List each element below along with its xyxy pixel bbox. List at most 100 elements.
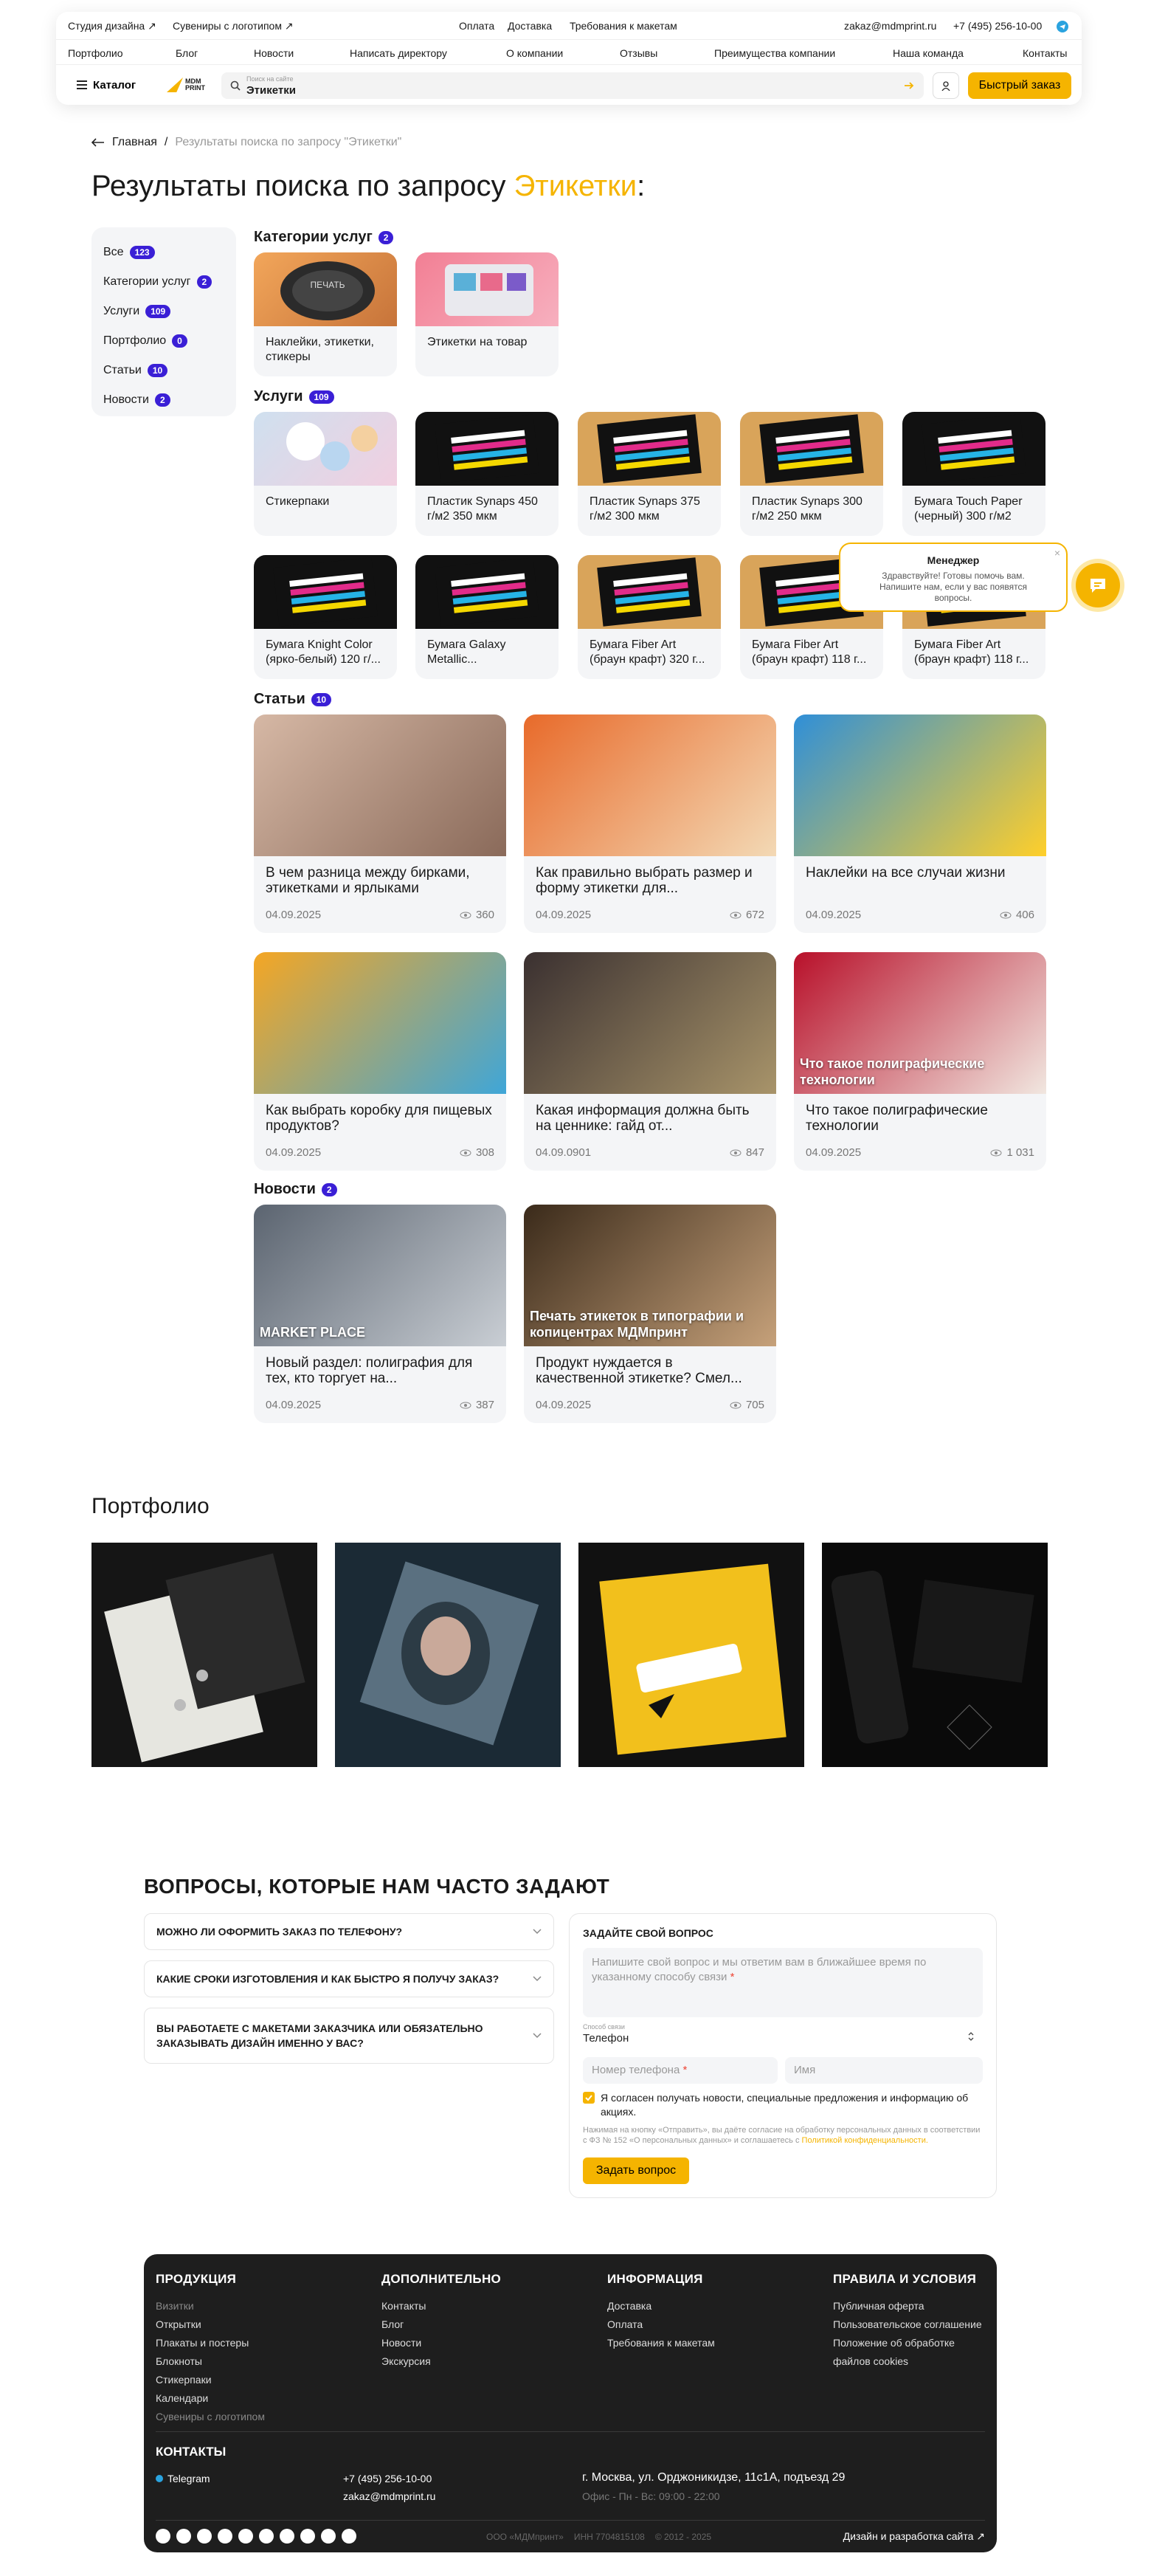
filter-categories[interactable]: Категории услуг 2: [103, 267, 224, 297]
article-card[interactable]: Что такое полиграфические технологии Что …: [794, 952, 1046, 1171]
service-card[interactable]: Пластик Synaps 450 г/м2 350 мкм: [415, 412, 559, 536]
vk-icon[interactable]: [176, 2529, 191, 2544]
service-card[interactable]: Бумага Touch Paper (черный) 300 г/м2: [902, 412, 1045, 536]
phone-field[interactable]: Номер телефона *: [583, 2057, 778, 2084]
service-card[interactable]: Пластик Synaps 375 г/м2 300 мкм: [578, 412, 721, 536]
service-card[interactable]: Бумага Galaxy Metallic...: [415, 555, 559, 679]
submit-question-button[interactable]: Задать вопрос: [583, 2157, 689, 2184]
tumblr-icon[interactable]: [321, 2529, 336, 2544]
design-studio-link[interactable]: Студия дизайна ↗: [68, 20, 156, 32]
telegram-link[interactable]: Telegram: [156, 2473, 210, 2484]
close-icon[interactable]: ×: [1054, 547, 1060, 559]
nav-contacts[interactable]: Контакты: [1023, 47, 1067, 59]
telegram-icon[interactable]: [1057, 21, 1068, 32]
footer-link[interactable]: Публичная оферта: [833, 2297, 988, 2315]
filter-news[interactable]: Новости 2: [103, 385, 224, 415]
breadcrumb-home[interactable]: Главная: [112, 136, 157, 149]
header-email[interactable]: zakaz@mdmprint.ru: [844, 20, 936, 32]
behance-icon[interactable]: [342, 2529, 356, 2544]
developer-link[interactable]: Дизайн и разработка сайта ↗: [843, 2530, 985, 2543]
portfolio-item[interactable]: [578, 1543, 804, 1767]
name-field[interactable]: Имя: [785, 2057, 983, 2084]
ok-icon[interactable]: [259, 2529, 274, 2544]
nav-news[interactable]: Новости: [254, 47, 294, 59]
search-submit-icon[interactable]: [903, 80, 915, 92]
filter-portfolio[interactable]: Портфолио 0: [103, 326, 224, 356]
faq-item[interactable]: КАКИЕ СРОКИ ИЗГОТОВЛЕНИЯ И КАК БЫСТРО Я …: [144, 1960, 554, 1997]
header-phone[interactable]: +7 (495) 256-10-00: [953, 20, 1042, 32]
news-card[interactable]: Печать этикеток в типографии и копицентр…: [524, 1205, 776, 1423]
service-image: [740, 412, 883, 486]
pinterest-icon[interactable]: [280, 2529, 294, 2544]
telegram-social-icon[interactable]: [156, 2529, 170, 2544]
footer-link[interactable]: Оплата: [607, 2315, 762, 2334]
requirements-link[interactable]: Требования к макетам: [570, 20, 677, 32]
catalog-button[interactable]: Каталог: [68, 72, 155, 97]
footer-link[interactable]: Блокноты: [156, 2352, 311, 2371]
service-card[interactable]: Стикерпаки: [254, 412, 397, 536]
footer-link[interactable]: Требования к макетам: [607, 2334, 762, 2352]
filter-articles[interactable]: Статьи 10: [103, 356, 224, 385]
question-textarea[interactable]: Напишите свой вопрос и мы ответим вам в …: [583, 1948, 983, 2017]
footer-phone[interactable]: +7 (495) 256-10-00: [343, 2473, 432, 2484]
footer-link[interactable]: Экскурсия: [381, 2352, 536, 2371]
service-card[interactable]: Бумага Fiber Art (браун крафт) 320 г...: [578, 555, 721, 679]
payment-link[interactable]: Оплата: [459, 20, 494, 32]
search-input[interactable]: Поиск на сайте Этикетки: [221, 72, 924, 99]
souvenirs-link[interactable]: Сувениры с логотипом ↗: [173, 20, 294, 32]
portfolio-item[interactable]: [91, 1543, 317, 1767]
news-card[interactable]: MARKET PLACE Новый раздел: полиграфия для…: [254, 1205, 506, 1423]
footer-link[interactable]: Календари: [156, 2389, 311, 2408]
logo[interactable]: MDM PRINT: [167, 75, 212, 95]
article-card[interactable]: Как выбрать коробку для пищевых продукто…: [254, 952, 506, 1171]
footer-link[interactable]: Контакты: [381, 2297, 536, 2315]
footer-link[interactable]: Пользовательское соглашение: [833, 2315, 988, 2334]
portfolio-item[interactable]: [822, 1543, 1048, 1767]
footer-link[interactable]: Визитки: [156, 2297, 311, 2315]
article-card[interactable]: В чем разница между бирками, этикетками …: [254, 714, 506, 933]
privacy-policy-link[interactable]: Политикой конфиденциальности.: [802, 2136, 928, 2145]
footer-link[interactable]: Сувениры с логотипом: [156, 2408, 311, 2426]
footer-link[interactable]: Стикерпаки: [156, 2371, 311, 2389]
youtube-icon[interactable]: [197, 2529, 212, 2544]
nav-advantages[interactable]: Преимущества компании: [714, 47, 835, 59]
breadcrumb-separator: /: [164, 136, 168, 148]
article-card[interactable]: Какая информация должна быть на ценнике:…: [524, 952, 776, 1171]
delivery-link[interactable]: Доставка: [508, 20, 552, 32]
user-button[interactable]: [933, 72, 959, 99]
nav-blog[interactable]: Блог: [176, 47, 198, 59]
nav-director[interactable]: Написать директору: [350, 47, 447, 59]
article-card[interactable]: Наклейки на все случаи жизни 04.09.2025 40…: [794, 714, 1046, 933]
footer-email[interactable]: zakaz@mdmprint.ru: [343, 2490, 435, 2502]
faq-item[interactable]: МОЖНО ЛИ ОФОРМИТЬ ЗАКАЗ ПО ТЕЛЕФОНУ?: [144, 1913, 554, 1950]
consent-checkbox[interactable]: Я согласен получать новости, специальные…: [583, 2091, 983, 2119]
footer-link[interactable]: Плакаты и постеры: [156, 2334, 311, 2352]
nav-about[interactable]: О компании: [506, 47, 563, 59]
nav-team[interactable]: Наша команда: [893, 47, 964, 59]
checkbox-checked-icon[interactable]: [583, 2092, 595, 2104]
dzen-icon[interactable]: [238, 2529, 253, 2544]
service-card[interactable]: Пластик Synaps 300 г/м2 250 мкм: [740, 412, 883, 536]
portfolio-item[interactable]: [335, 1543, 561, 1767]
footer-link[interactable]: Положение об обработке файлов cookies: [833, 2334, 988, 2371]
contact-method-select[interactable]: Способ связи Телефон: [583, 2022, 983, 2051]
chat-popup[interactable]: × Менеджер Здравствуйте! Готовы помочь в…: [839, 543, 1068, 612]
arrow-left-icon[interactable]: [91, 138, 105, 147]
category-card[interactable]: Этикетки на товар: [415, 252, 559, 376]
footer-link[interactable]: Новости: [381, 2334, 536, 2352]
footer-link[interactable]: Доставка: [607, 2297, 762, 2315]
filter-all[interactable]: Все 123: [103, 238, 224, 267]
category-card[interactable]: ПЕЧАТЬ Наклейки, этикетки, стикеры: [254, 252, 397, 376]
article-card[interactable]: Как правильно выбрать размер и форму эти…: [524, 714, 776, 933]
faq-item[interactable]: ВЫ РАБОТАЕТЕ С МАКЕТАМИ ЗАКАЗЧИКА ИЛИ ОБ…: [144, 2008, 554, 2064]
instagram-icon[interactable]: [218, 2529, 232, 2544]
nav-reviews[interactable]: Отзывы: [620, 47, 657, 59]
tiktok-icon[interactable]: [300, 2529, 315, 2544]
footer-link[interactable]: Открытки: [156, 2315, 311, 2334]
chat-button[interactable]: [1076, 563, 1120, 607]
nav-portfolio[interactable]: Портфолио: [68, 47, 123, 59]
filter-services[interactable]: Услуги 109: [103, 297, 224, 326]
service-card[interactable]: Бумага Knight Color (ярко-белый) 120 г/.…: [254, 555, 397, 679]
footer-link[interactable]: Блог: [381, 2315, 536, 2334]
quick-order-button[interactable]: Быстрый заказ: [968, 72, 1071, 99]
